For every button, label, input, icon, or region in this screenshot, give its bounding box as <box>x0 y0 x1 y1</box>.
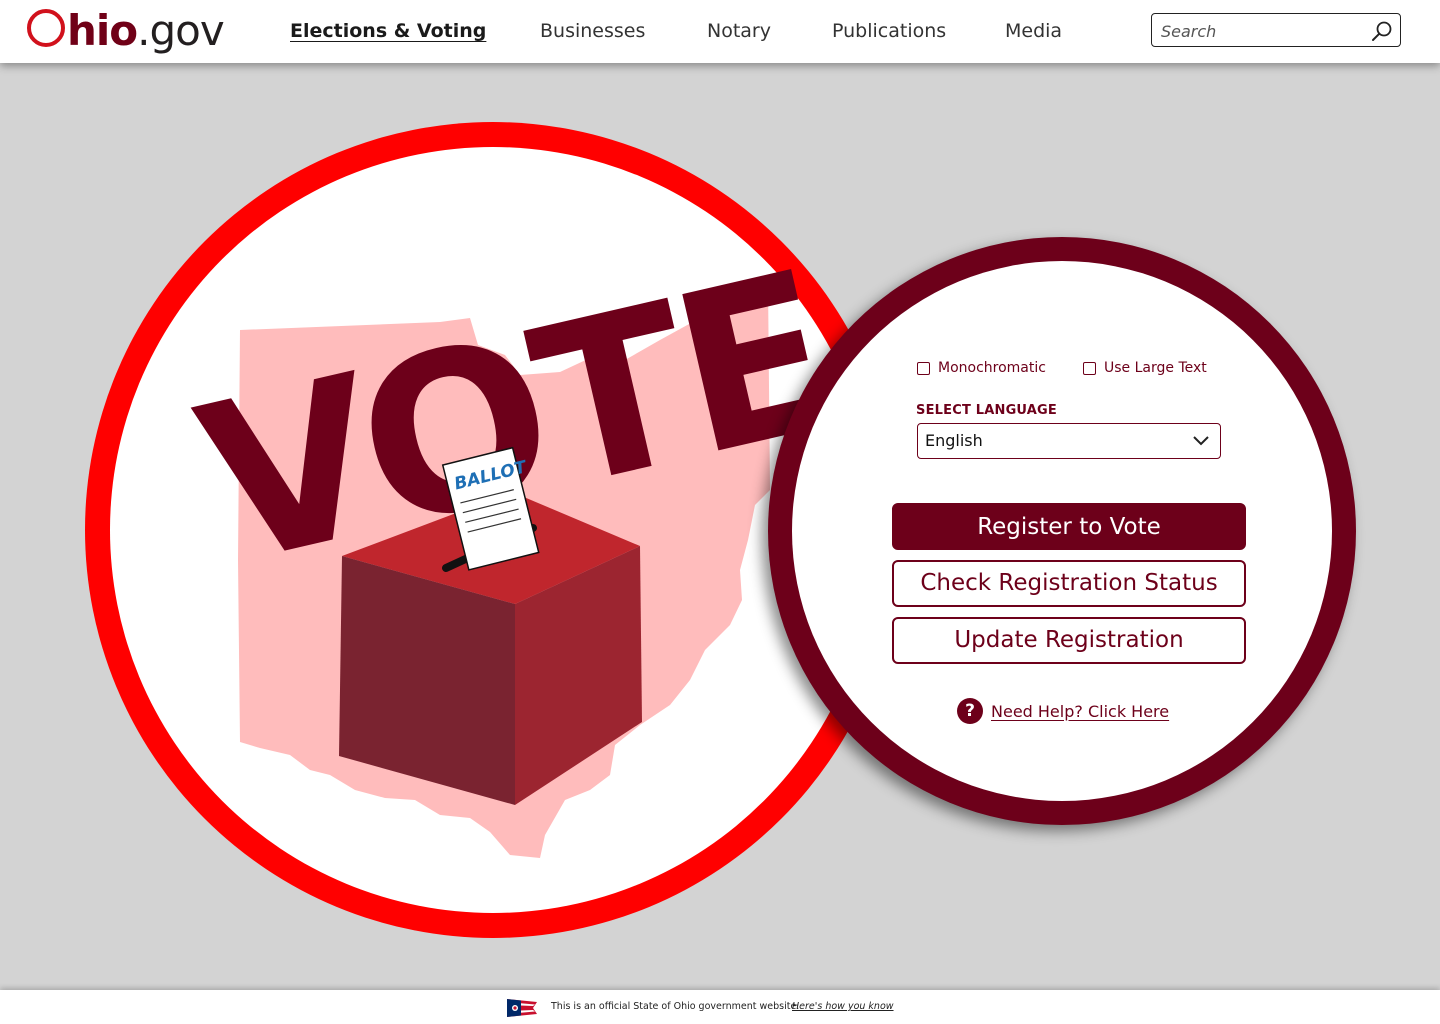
monochromatic-checkbox[interactable] <box>917 361 930 375</box>
chevron-down-icon <box>1193 436 1209 446</box>
language-select[interactable]: English <box>917 423 1221 459</box>
logo-o-ring <box>27 9 65 47</box>
monochromatic-label: Monochromatic <box>938 360 1046 376</box>
nav-notary[interactable]: Notary <box>707 18 771 44</box>
monochromatic-option[interactable]: Monochromatic <box>917 360 1046 376</box>
need-help-label[interactable]: Need Help? Click Here <box>991 702 1169 721</box>
large-text-checkbox[interactable] <box>1083 361 1096 375</box>
search-box <box>1151 13 1401 47</box>
question-icon: ? <box>957 698 983 724</box>
official-site-text: This is an official State of Ohio govern… <box>551 1001 800 1012</box>
nav-publications[interactable]: Publications <box>832 18 946 44</box>
large-text-label: Use Large Text <box>1104 360 1207 376</box>
language-select-label: SELECT LANGUAGE <box>916 403 1058 418</box>
check-registration-status-button[interactable]: Check Registration Status <box>892 560 1246 607</box>
update-registration-button[interactable]: Update Registration <box>892 617 1246 664</box>
nav-media[interactable]: Media <box>1005 18 1062 44</box>
logo-hio: hio <box>67 6 138 55</box>
nav-elections-voting[interactable]: Elections & Voting <box>290 18 486 44</box>
heres-how-you-know-link[interactable]: Here's how you know <box>792 1001 894 1012</box>
language-selected-value: English <box>925 431 983 450</box>
hero-inner-circle <box>110 147 876 913</box>
official-site-banner: This is an official State of Ohio govern… <box>0 990 1440 1024</box>
nav-businesses[interactable]: Businesses <box>540 18 645 44</box>
search-icon[interactable] <box>1370 19 1394 43</box>
register-to-vote-button[interactable]: Register to Vote <box>892 503 1246 550</box>
ohio-gov-logo[interactable]: hio.gov <box>27 2 225 60</box>
ohio-flag-icon <box>507 999 537 1017</box>
logo-gov: .gov <box>137 6 225 55</box>
need-help-link[interactable]: ? Need Help? Click Here <box>957 698 1169 724</box>
large-text-option[interactable]: Use Large Text <box>1083 360 1207 376</box>
site-header: hio.gov Elections & Voting Businesses No… <box>0 0 1440 63</box>
search-input[interactable] <box>1159 19 1363 43</box>
